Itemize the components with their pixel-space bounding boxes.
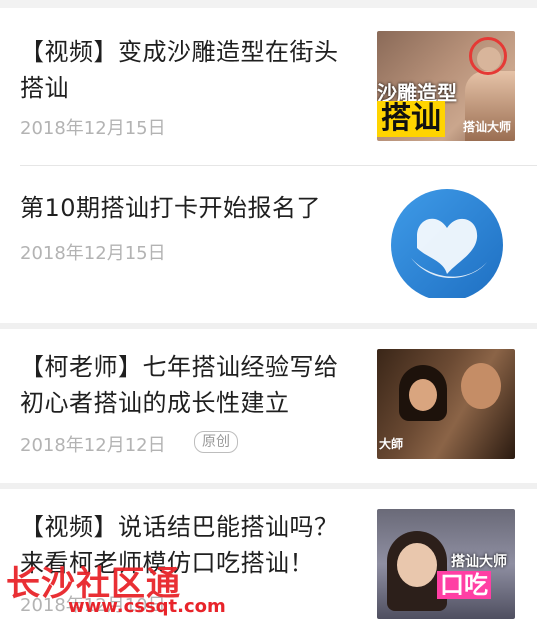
- article-date: 2018年12月12日: [20, 435, 166, 456]
- thumb-caption-main: 搭讪: [377, 101, 445, 137]
- thumb-person-2: [461, 363, 501, 409]
- article-card-2[interactable]: 第10期搭讪打卡开始报名了 2018年12月15日: [0, 166, 537, 326]
- watermark-url: www.cssqt.com: [68, 596, 226, 617]
- article-thumbnail[interactable]: 大師: [377, 349, 515, 459]
- article-date: 2018年12月15日: [20, 243, 166, 264]
- thumb-logo: 搭讪大师: [451, 554, 507, 570]
- article-thumbnail[interactable]: [377, 188, 515, 298]
- thumb-person-face: [397, 543, 437, 587]
- article-title[interactable]: 第10期搭讪打卡开始报名了: [20, 190, 360, 226]
- article-title[interactable]: 【视频】变成沙雕造型在街头搭讪: [20, 34, 360, 106]
- article-title[interactable]: 【柯老师】七年搭讪经验写给初心者搭讪的成长性建立: [20, 349, 360, 421]
- thumb-logo: 大師: [379, 437, 404, 451]
- blue-heart-logo-icon: [391, 189, 503, 298]
- article-list-page: 【视频】变成沙雕造型在街头搭讪 2018年12月15日 沙雕造型 搭讪 搭讪大师…: [0, 0, 537, 625]
- thumb-person-face: [409, 379, 437, 411]
- article-thumbnail[interactable]: 沙雕造型 搭讪 搭讪大师: [377, 31, 515, 141]
- article-card-3[interactable]: 【柯老师】七年搭讪经验写给初心者搭讪的成长性建立 2018年12月12日 原创 …: [0, 329, 537, 485]
- thumb-caption-main: 口吃: [437, 571, 491, 599]
- article-card-1[interactable]: 【视频】变成沙雕造型在街头搭讪 2018年12月15日 沙雕造型 搭讪 搭讪大师: [0, 8, 537, 166]
- article-date: 2018年12月15日: [20, 118, 166, 139]
- highlight-circle-icon: [469, 37, 507, 75]
- article-thumbnail[interactable]: 搭讪大师 口吃: [377, 509, 515, 619]
- original-badge: 原创: [194, 431, 238, 453]
- top-divider: [0, 0, 537, 8]
- thumb-logo: 搭讪大师: [462, 120, 511, 134]
